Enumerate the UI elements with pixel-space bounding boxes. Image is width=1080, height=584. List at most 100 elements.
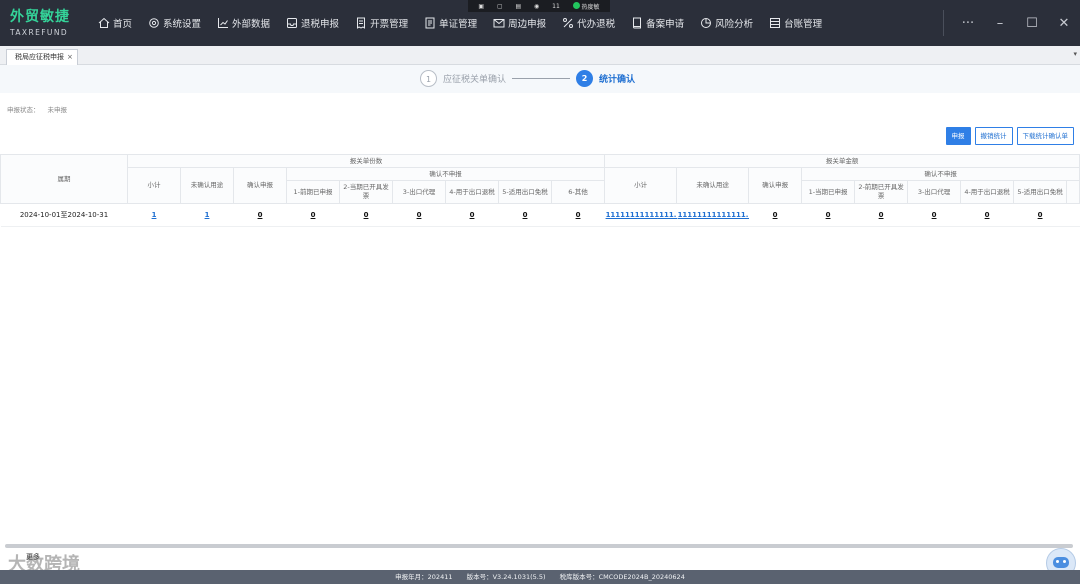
nav-ledger-management[interactable]: 台账管理 [761,0,830,46]
cell-amt-subtotal[interactable]: 11111111111111.19 [606,211,677,219]
cell-count-confirm[interactable]: 0 [258,211,263,219]
tab-list-dropdown-icon[interactable]: ▾ [1073,50,1077,58]
tab-label: 税局应征税申报 [15,53,64,61]
home-icon [98,17,110,28]
col-group-count: 报关单份数 [126,154,606,168]
window-icon[interactable]: ▤ [515,3,521,10]
nav-tax-refund-declare[interactable]: 退税申报 [278,0,347,46]
cell-amt-nd3[interactable]: 0 [932,211,937,219]
window-controls: ··· – ☐ ✕ [943,0,1080,46]
cell-amt-nd2[interactable]: 0 [879,211,884,219]
tab-tax-levy-declare[interactable]: 税局应征税申报 × [6,49,78,65]
nav-external-data-label: 外部数据 [232,19,271,30]
chart-icon [218,18,229,28]
col-amt-nd2: 2-前期已开具发票 [854,180,909,204]
status-bar: 申报年月：202411 版本号：V3.24.1031(5.5) 税库版本号：CM… [0,570,1080,584]
step-1-label: 应征税关单确认 [443,75,507,85]
close-window-button[interactable]: ✕ [1048,16,1080,31]
nav-filing-application[interactable]: 备案申请 [623,0,692,46]
cell-amt-nd4[interactable]: 0 [985,211,990,219]
main-nav: 首页 系统设置 外部数据 退税申报 开票管理 单证管理 周边申报 代办退税 备案… [90,0,830,46]
cell-amt-unconfirmed[interactable]: 11111111111111.19 [678,211,749,219]
cell-period: 2024-10-01至2024-10-31 [0,203,128,227]
cell-count-subtotal[interactable]: 1 [152,211,157,219]
robot-face [1053,557,1069,568]
hot-status[interactable]: 热度敏 [572,1,600,11]
cell-count-nd4[interactable]: 0 [470,211,475,219]
col-amt-nd4: 4-用于出口退税 [960,180,1015,204]
step-1[interactable]: 1 应征税关单确认 [420,70,506,87]
nav-peripheral-declare-label: 周边申报 [508,19,547,30]
book-icon [633,17,642,29]
col-count-nd6: 6-其他 [550,180,606,204]
nav-risk-analysis[interactable]: 风险分析 [692,0,761,46]
statistics-table: 属期 报关单份数 报关单金额 小计 未确认用途 确认申报 确认不申报 小计 未确… [0,154,1080,227]
cell-count-nd1[interactable]: 0 [311,211,316,219]
nav-external-data[interactable]: 外部数据 [209,0,278,46]
col-amt-overflow [1066,180,1080,204]
col-amt-nd5: 5-适用出口免税 [1013,180,1068,204]
col-count-unconfirmed: 未确认用途 [180,167,234,204]
nav-document-management-label: 单证管理 [439,19,478,30]
col-count-nd2: 2-当期已开具发票 [339,180,393,204]
declare-status-value: 未申报 [47,106,68,114]
maximize-button[interactable]: ☐ [1016,16,1048,31]
document-icon [425,17,435,29]
col-period: 属期 [0,154,128,204]
cell-count-nd6[interactable]: 0 [576,211,581,219]
nav-system-settings[interactable]: 系统设置 [140,0,209,46]
cell-amt-nd5[interactable]: 0 [1038,211,1043,219]
chat-icon[interactable]: ▢ [497,3,503,10]
step-2[interactable]: 2 统计确认 [576,70,635,87]
tray-count: 11 [552,2,560,10]
close-icon[interactable]: × [67,53,73,61]
app-logo[interactable]: 外贸敏捷 TAXREFUND [10,9,72,37]
nav-filing-application-label: 备案申请 [646,19,685,30]
col-group-amount: 报关单金额 [604,154,1080,168]
nav-home[interactable]: 首页 [90,0,140,46]
cell-count-nd5[interactable]: 0 [523,211,528,219]
step-2-number: 2 [576,70,593,87]
horizontal-scrollbar[interactable] [5,544,1073,548]
declare-status-label: 申报状态： [7,106,40,114]
tab-bar: 税局应征税申报 × ▾ [0,46,1080,65]
ledger-icon [770,18,781,28]
minimize-button[interactable]: – [984,16,1016,31]
table-row: 2024-10-01至2024-10-31 1 1 0 0 0 0 0 0 0 … [0,203,1080,227]
submit-declare-button[interactable]: 申报 [945,127,971,145]
logo-english: TAXREFUND [10,28,69,37]
hot-status-label: 热度敏 [581,3,600,11]
col-amt-confirm: 确认申报 [748,167,803,204]
screen-icon[interactable]: ▣ [478,3,484,10]
status-period: 申报年月：202411 [395,573,453,581]
nav-system-settings-label: 系统设置 [163,19,202,30]
col-amt-unconfirmed: 未确认用途 [676,167,750,204]
more-link[interactable]: 更多 [26,552,40,562]
user-icon[interactable]: ◉ [534,3,539,10]
download-confirmation-button[interactable]: 下载统计确认单 [1016,127,1074,145]
col-count-nd4: 4-用于出口退税 [445,180,499,204]
status-dot-icon [572,1,580,9]
step-connector [512,78,570,79]
more-button[interactable]: ··· [952,16,984,31]
robot-eye [1063,560,1066,563]
invoice-icon [357,17,366,29]
nav-invoice-management[interactable]: 开票管理 [347,0,416,46]
col-count-confirm: 确认申报 [233,167,287,204]
nav-ledger-management-label: 台账管理 [784,19,823,30]
gear-icon [149,18,159,28]
nav-invoice-management-label: 开票管理 [370,19,409,30]
step-1-number: 1 [420,70,437,87]
nav-tax-refund-declare-label: 退税申报 [301,19,340,30]
nav-agent-refund-label: 代办退税 [577,19,616,30]
cell-amt-nd1[interactable]: 0 [826,211,831,219]
cell-count-unconfirmed[interactable]: 1 [205,211,210,219]
col-amt-subtotal: 小计 [604,167,678,204]
system-tray-overlay: ▣ ▢ ▤ ◉ 11 热度敏 [468,0,610,12]
top-navigation-bar: 外贸敏捷 TAXREFUND 首页 系统设置 外部数据 退税申报 开票管理 单证… [0,0,1080,46]
cell-count-nd3[interactable]: 0 [417,211,422,219]
logo-chinese: 外贸敏捷 [10,9,70,25]
cell-amt-confirm[interactable]: 0 [773,211,778,219]
revoke-statistics-button[interactable]: 撤销统计 [974,127,1013,145]
cell-count-nd2[interactable]: 0 [364,211,369,219]
